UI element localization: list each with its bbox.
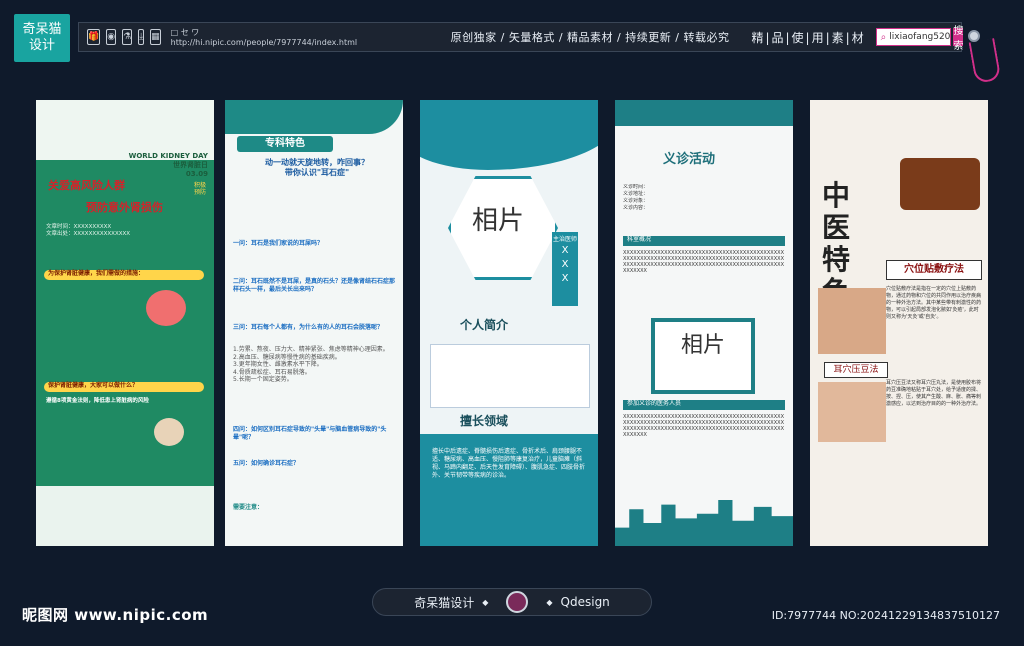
- nipic-watermark[interactable]: 昵图网 www.nipic.com: [22, 604, 208, 625]
- staff-text: XXXXXXXXXXXXXXXXXXXXXXXXXXXXXXXXXXXXXXXX…: [623, 414, 784, 438]
- golden-rules: 遵循8项黄金法则，降低患上肾脏病的风险: [46, 398, 149, 404]
- dept-overview-text: XXXXXXXXXXXXXXXXXXXXXXXXXXXXXXXXXXXXXXXX…: [623, 250, 784, 274]
- ear-text: 耳穴压豆法又称耳穴压丸法，是使用胶布将药豆准确地粘贴于耳穴处，给予适度的揉、按、…: [886, 380, 982, 407]
- panel-bottom-background: [36, 486, 214, 546]
- section-expertise: 擅长领域: [460, 414, 509, 428]
- section-bar-2: 保护肾脏健康，大家可以做什么？: [44, 382, 204, 392]
- headline-1: 关爱高风险人群: [48, 179, 125, 192]
- top-toolbar: 🎁 ◉ ⚗ ⤓ ▦ □ セ ワ http://hi.nipic.com/peop…: [78, 22, 964, 52]
- logo-line-2: 设计: [28, 38, 55, 53]
- dot-icon: ◆: [546, 597, 553, 607]
- panel-header-wave: [225, 100, 403, 134]
- doctor-title: 主治医师: [552, 236, 577, 243]
- headline-2: 预防意外肾损伤: [86, 201, 163, 214]
- flask-icon[interactable]: ⚗: [122, 29, 133, 45]
- search-input[interactable]: ⌕ lixiaofang520: [875, 28, 952, 46]
- ear-image: [818, 382, 886, 442]
- search-icon: ⌕: [880, 31, 887, 43]
- dot-icon: ◆: [482, 597, 489, 607]
- cause-list: 1.劳累、熬夜、压力大、精神紧张、焦虑等精神心理因素。 2.高血压、糖尿病等慢性…: [233, 346, 389, 383]
- panel-free-clinic[interactable]: 义诊活动 义诊时间： 义诊地址： 义诊对象： 义诊内容： 科室概况 XXXXXX…: [615, 100, 793, 546]
- doctor-name-box: 主治医师 XXX: [552, 232, 578, 306]
- panel-header: [615, 100, 793, 126]
- dept-overview-heading: 科室概况: [623, 236, 785, 246]
- panel-specialty[interactable]: 专科特色 动一动就天旋地转，咋回事？ 带你认识"耳石症" 一问：耳石是我们家说的…: [225, 100, 403, 546]
- search-value: lixiaofang520: [889, 32, 951, 42]
- toolbar-small-icons: □ セ ワ: [170, 28, 200, 37]
- profile-url[interactable]: http://hi.nipic.com/people/7977744/index…: [171, 38, 381, 47]
- panel-kidney-day[interactable]: WORLD KIDNEY DAY 世界肾脏日 03.09 积极预防 关爱高风险人…: [36, 100, 214, 546]
- photo-frame: 相片: [651, 318, 755, 394]
- search-button[interactable]: 搜索: [953, 26, 964, 52]
- kidney-day-date: WORLD KIDNEY DAY 世界肾脏日 03.09: [128, 152, 208, 178]
- side-note: 积极预防: [194, 182, 207, 196]
- q2-heading: 二问：耳石既然不是耳屎，是真的石头？还是像肾结石石症那样石头一样，最后关长出来吗…: [233, 278, 396, 293]
- article-info: 文章时间：XXXXXXXXXX 文章出处：XXXXXXXXXXXXXXX: [46, 224, 131, 237]
- city-skyline: [615, 500, 793, 546]
- photo-placeholder: 相片: [681, 333, 726, 358]
- toolbar-url-block: □ セ ワ http://hi.nipic.com/people/7977744…: [167, 27, 381, 47]
- gift-icon[interactable]: 🎁: [87, 29, 101, 45]
- section-bar-1: 为保护肾脏健康，我们需做的措施：: [44, 270, 204, 280]
- expertise-text: 擅长中后遗症、脊髓损伤后遗症、骨折术后、肩颈腰腿不适、糖尿病、高血压、慢阻肺等康…: [432, 448, 586, 479]
- notice-heading: 需要注意：: [233, 504, 264, 511]
- panel-doctor-profile[interactable]: 相片 主治医师 XXX 个人简介 擅长领域 擅长中后遗症、脊髓损伤后遗症、骨折术…: [420, 100, 598, 546]
- site-logo[interactable]: 奇呆猫 设计: [14, 14, 70, 62]
- section-intro: 个人简介: [460, 318, 509, 332]
- jingpin-text: 精|品|使|用|素|材: [751, 30, 866, 45]
- staff-heading: 参加义诊的医务人员: [623, 400, 785, 410]
- acupoint-tag: 穴位贴敷疗法: [886, 260, 982, 280]
- q5-heading: 五问：如何确诊耳石症？: [233, 460, 300, 467]
- kidney-illustration: [146, 290, 186, 326]
- logo-line-1: 奇呆猫: [22, 22, 62, 37]
- header-wave: [420, 100, 598, 170]
- image-icon[interactable]: ▦: [150, 29, 161, 45]
- footer-brand: 奇呆猫设计: [414, 595, 475, 610]
- specialty-tag: 专科特色: [237, 136, 333, 152]
- footer-brand-bar: 奇呆猫设计 ◆ ◆ Qdesign: [372, 588, 652, 616]
- clinic-title: 义诊活动: [663, 152, 716, 167]
- photo-placeholder: 相片: [472, 206, 525, 236]
- panel-top-background: [36, 100, 214, 160]
- doctor-name: XXX: [561, 245, 569, 284]
- q1-heading: 一问：耳石是我们家说的耳屎吗？: [233, 240, 324, 247]
- image-id-text: ID:7977744 NO:20241229134837510127: [771, 609, 1000, 622]
- question-headline: 动一动就天旋地转，咋回事？ 带你认识"耳石症": [265, 158, 369, 177]
- footer-qdesign: Qdesign: [560, 595, 610, 609]
- kidney-icon: [154, 418, 184, 446]
- panel-tcm[interactable]: 中医特色 穴位贴敷疗法 穴位贴敷疗法是指在一定的穴位上贴敷药物，通过药物和穴位的…: [810, 100, 988, 546]
- intro-box: [430, 344, 590, 408]
- brand-emblem-icon: [506, 591, 529, 613]
- slogan-text: 原创独家 / 矢量格式 / 精品素材 / 持续更新 / 转载必究: [450, 31, 730, 44]
- q4-heading: 四问：如何区别耳石症导致的"头晕"与脑血管病导致的"头晕"呢？: [233, 426, 387, 441]
- camera-icon[interactable]: ◉: [106, 29, 117, 45]
- herbs-image: [900, 158, 980, 210]
- hanging-string-decoration: [968, 38, 1002, 84]
- acupoint-text: 穴位贴敷疗法是指在一定的穴位上贴敷药物，通过药物和穴位的共同作用以治疗疾病的一种…: [886, 286, 982, 320]
- q3-heading: 三问：耳石每个人都有，为什么有的人的耳石会脱落呢？: [233, 324, 384, 331]
- back-image: [818, 288, 886, 354]
- clinic-info: 义诊时间： 义诊地址： 义诊对象： 义诊内容：: [623, 184, 649, 211]
- download-icon[interactable]: ⤓: [138, 29, 145, 45]
- ear-tag: 耳穴压豆法: [824, 362, 888, 378]
